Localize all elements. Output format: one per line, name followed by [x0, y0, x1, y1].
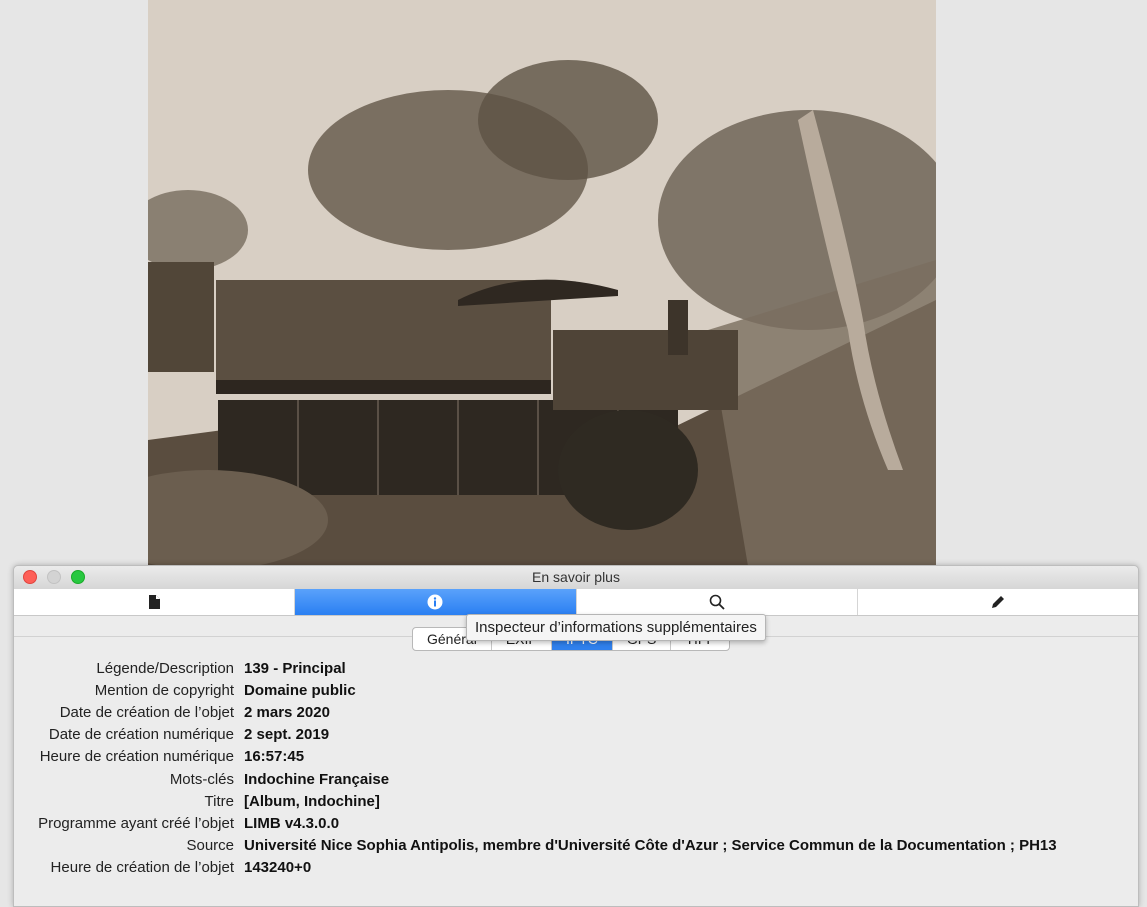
metadata-label: Mots-clés	[169, 770, 234, 788]
metadata-value: 139 - Principal	[244, 659, 346, 677]
metadata-value: LIMB v4.3.0.0	[244, 814, 340, 832]
photo-illustration	[148, 0, 936, 566]
metadata-value: 2 sept. 2019	[244, 726, 330, 744]
metadata-value: 2 mars 2020	[244, 703, 330, 721]
photo-preview	[148, 0, 936, 566]
metadata-row: Date de création numérique 2 sept. 2019	[14, 724, 1138, 746]
metadata-label: Date de création de l’objet	[59, 703, 234, 721]
metadata-row: Programme ayant créé l’objet LIMB v4.3.0…	[14, 812, 1138, 834]
metadata-label: Titre	[204, 792, 234, 810]
toolbar-tooltip: Inspecteur d’informations supplémentaire…	[466, 614, 766, 641]
metadata-row: Titre [Album, Indochine]	[14, 790, 1138, 812]
metadata-row: Source Université Nice Sophia Antipolis,…	[14, 835, 1138, 857]
metadata-row: Heure de création numérique 16:57:45	[14, 746, 1138, 768]
info-icon	[427, 594, 443, 610]
metadata-row: Date de création de l’objet 2 mars 2020	[14, 701, 1138, 723]
metadata-row: Heure de création de l’objet 143240+0	[14, 857, 1138, 879]
metadata-label: Mention de copyright	[94, 681, 234, 699]
metadata-label: Légende/Description	[96, 659, 234, 677]
metadata-list: Légende/Description 139 - Principal Ment…	[14, 657, 1138, 879]
metadata-value: [Album, Indochine]	[244, 792, 380, 810]
document-icon	[149, 595, 161, 609]
metadata-value: Domaine public	[244, 681, 356, 699]
pencil-icon	[991, 596, 1004, 608]
metadata-label: Programme ayant créé l’objet	[38, 814, 234, 832]
tab-general-info[interactable]	[14, 589, 296, 615]
window-title: En savoir plus	[532, 569, 620, 585]
inspector-toolbar	[14, 589, 1138, 616]
tab-adjust[interactable]	[577, 589, 858, 615]
metadata-label: Heure de création numérique	[39, 748, 234, 766]
metadata-row: Légende/Description 139 - Principal	[14, 657, 1138, 679]
metadata-label: Heure de création de l’objet	[50, 859, 234, 877]
metadata-label: Source	[186, 837, 234, 855]
metadata-value: Indochine Française	[244, 770, 390, 788]
metadata-row: Mots-clés Indochine Française	[14, 768, 1138, 790]
tab-more-info[interactable]	[295, 589, 577, 615]
tab-edit[interactable]	[858, 589, 1138, 615]
metadata-value: Université Nice Sophia Antipolis, membre…	[244, 837, 1057, 855]
metadata-value: 143240+0	[244, 859, 312, 877]
metadata-value: 16:57:45	[244, 748, 305, 766]
title-bar[interactable]: En savoir plus	[14, 566, 1138, 590]
metadata-row: Mention de copyright Domaine public	[14, 679, 1138, 701]
search-icon	[709, 594, 725, 610]
metadata-label: Date de création numérique	[48, 726, 234, 744]
